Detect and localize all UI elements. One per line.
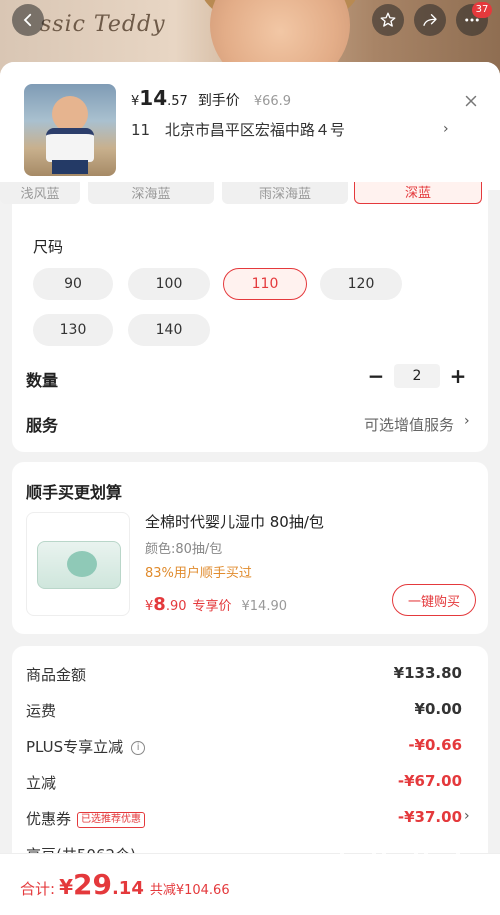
bundle-price-symbol: ¥ [145,599,154,614]
back-icon [23,13,32,27]
summary-value: ¥133.80 [393,664,462,682]
size-option-90[interactable]: 90 [33,268,113,300]
address-chevron-icon: › [443,121,449,137]
summary-label: PLUS专享立减 [26,738,124,756]
price-integer: 14 [139,86,168,110]
saved-amount: 共减¥104.66 [149,883,230,898]
thumb-kid-head [52,96,88,132]
size-option-120[interactable]: 120 [320,268,402,300]
original-price: ¥66.9 [253,94,292,109]
color-chip-selected[interactable]: 深蓝 [354,182,482,204]
favorite-button[interactable] [372,4,404,36]
options-panel: 浅风蓝 深海蓝 雨深海蓝 深蓝 尺码 90 100 110 120 130 14… [0,182,488,452]
service-value[interactable]: 可选增值服务 [364,414,454,435]
summary-value: ¥0.00 [414,700,462,718]
bundle-card: 顺手买更划算 全棉时代婴儿湿巾 80抽/包 颜色:80抽/包 83%用户顺手买过… [12,462,488,634]
size-option-140[interactable]: 140 [128,314,210,346]
product-thumbnail[interactable] [24,84,116,176]
total-decimal: .14 [111,878,144,899]
address-id: 11 [131,121,151,139]
summary-label-wrap: PLUS专享立减 i [26,736,146,757]
bundle-title: 顺手买更划算 [26,483,123,502]
summary-label-wrap: 优惠券 已选推荐优惠 [26,808,146,829]
size-option-label: 90 [64,276,82,292]
price-symbol: ¥ [131,94,140,109]
total-integer: 29 [72,868,112,901]
color-chip-label: 浅风蓝 [20,187,60,202]
quantity-title: 数量 [26,371,59,390]
summary-label: 立减 [26,774,57,792]
purchase-sheet: ¥ 14 .57 到手价 ¥66.9 11 北京市昌平区宏福中路４号 › 浅风蓝… [0,62,500,915]
price-row: ¥ 14 .57 到手价 ¥66.9 [131,86,291,110]
bundle-product-image[interactable] [26,512,130,616]
total-symbol: ¥ [59,875,73,899]
summary-row-shipping: 运费 ¥0.00 [26,700,474,724]
share-icon [423,14,437,26]
quantity-value[interactable]: 2 [394,364,440,388]
share-button[interactable] [414,4,446,36]
size-option-label: 130 [59,322,87,338]
color-chip[interactable]: 深海蓝 [88,182,214,204]
quantity-minus-button[interactable]: − [364,364,388,388]
total-label: 合计: [20,880,56,898]
summary-value: -¥0.66 [408,736,462,754]
price-label: 到手价 [197,93,240,109]
notification-badge: 37 [472,2,492,18]
address-row[interactable]: 11 北京市昌平区宏福中路４号 [131,119,345,140]
watermark: zhizhizhi.com [340,830,460,884]
coupon-chevron-icon: › [464,808,470,824]
summary-value: -¥37.00 [397,808,462,826]
color-chip[interactable]: 浅风蓝 [0,182,80,204]
size-option-110[interactable]: 110 [223,268,307,300]
bundle-product-name[interactable]: 全棉时代婴儿湿巾 80抽/包 [145,511,324,532]
bundle-product-spec: 颜色:80抽/包 [145,542,223,557]
thumb-kid-shorts [52,160,88,174]
bundle-price-label: 专享价 [192,599,232,614]
size-option-label: 110 [251,276,279,292]
summary-row-plus: PLUS专享立减 i -¥0.66 [26,736,474,760]
bundle-price-row: ¥ 8 .90 专享价 ¥14.90 [145,594,287,615]
total-row: 合计: ¥ 29 .14 共减¥104.66 [20,868,230,901]
summary-row-goods: 商品金额 ¥133.80 [26,664,474,688]
watermark-url: zhizhizhi.com [343,868,457,884]
summary-label: 优惠券 [26,810,72,828]
brand-logo-text: ssic Teddy [40,12,166,37]
thumb-kid-shirt [46,128,94,162]
coupon-tag: 已选推荐优惠 [77,811,146,828]
watermark-logo [340,830,460,866]
size-option-130[interactable]: 130 [33,314,113,346]
back-button[interactable] [12,4,44,36]
bundle-price-integer: 8 [153,594,166,615]
quantity-stepper: − 2 + [364,364,470,388]
price-decimal: .57 [167,94,188,109]
service-chevron-icon: › [464,413,470,429]
close-icon[interactable] [462,92,480,110]
size-option-label: 140 [155,322,183,338]
bundle-price-decimal: .90 [165,599,187,614]
color-chip-label: 雨深海蓝 [258,187,311,202]
summary-label: 商品金额 [26,666,87,684]
service-title: 服务 [26,416,59,435]
address-text: 北京市昌平区宏福中路４号 [164,121,345,139]
color-chip-label: 深蓝 [404,186,431,201]
bundle-original-price: ¥14.90 [241,599,288,614]
size-title: 尺码 [33,238,64,256]
quantity-plus-button[interactable]: + [446,364,470,388]
product-header: ¥ 14 .57 到手价 ¥66.9 11 北京市昌平区宏福中路４号 › [0,62,500,190]
size-option-label: 120 [347,276,375,292]
wipes-lid [67,551,97,577]
one-click-buy-button[interactable]: 一键购买 [392,584,476,616]
color-chip-label: 深海蓝 [131,187,171,202]
summary-label: 运费 [26,702,57,720]
summary-row-discount: 立减 -¥67.00 [26,772,474,796]
info-icon[interactable]: i [131,740,146,755]
bundle-percent: 83%用户顺手买过 [145,566,252,581]
summary-row-coupon[interactable]: 优惠券 已选推荐优惠 -¥37.00 › [26,808,474,832]
color-chip[interactable]: 雨深海蓝 [222,182,348,204]
star-icon [380,12,396,27]
size-option-100[interactable]: 100 [128,268,210,300]
summary-value: -¥67.00 [397,772,462,790]
size-option-label: 100 [155,276,183,292]
